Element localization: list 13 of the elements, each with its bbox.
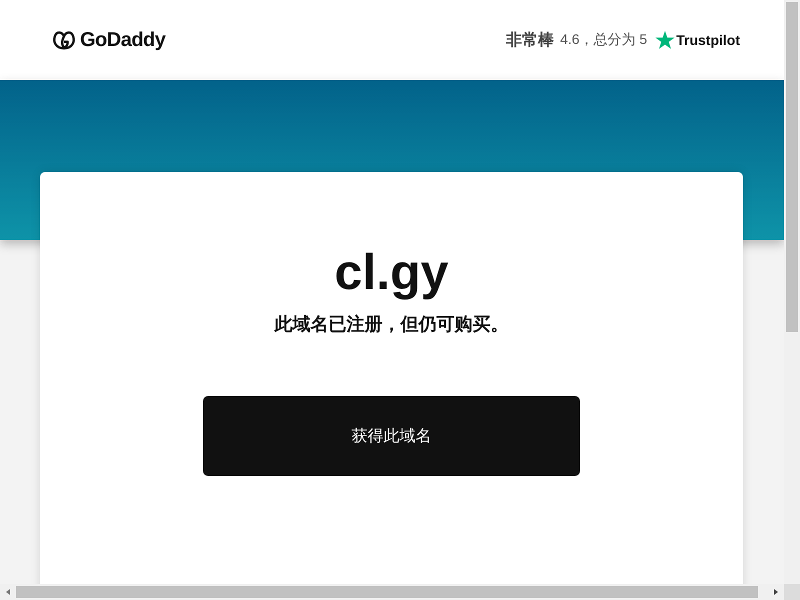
- rating-label: 非常棒: [506, 30, 554, 50]
- star-icon: [655, 30, 676, 50]
- get-domain-button[interactable]: 获得此域名: [203, 396, 580, 476]
- trustpilot-text: Trustpilot: [676, 32, 740, 48]
- logo-icon: [52, 29, 76, 51]
- vertical-scrollbar[interactable]: [784, 0, 800, 584]
- rating-text: 4.6，总分为 5: [560, 31, 648, 49]
- scroll-left-icon[interactable]: [4, 588, 12, 596]
- domain-status: 此域名已注册，但仍可购买。: [274, 313, 508, 336]
- domain-name: cl.gy: [334, 243, 448, 302]
- logo-text: GoDaddy: [80, 28, 166, 52]
- horizontal-scrollbar[interactable]: [0, 584, 784, 600]
- scroll-right-icon[interactable]: [772, 588, 780, 596]
